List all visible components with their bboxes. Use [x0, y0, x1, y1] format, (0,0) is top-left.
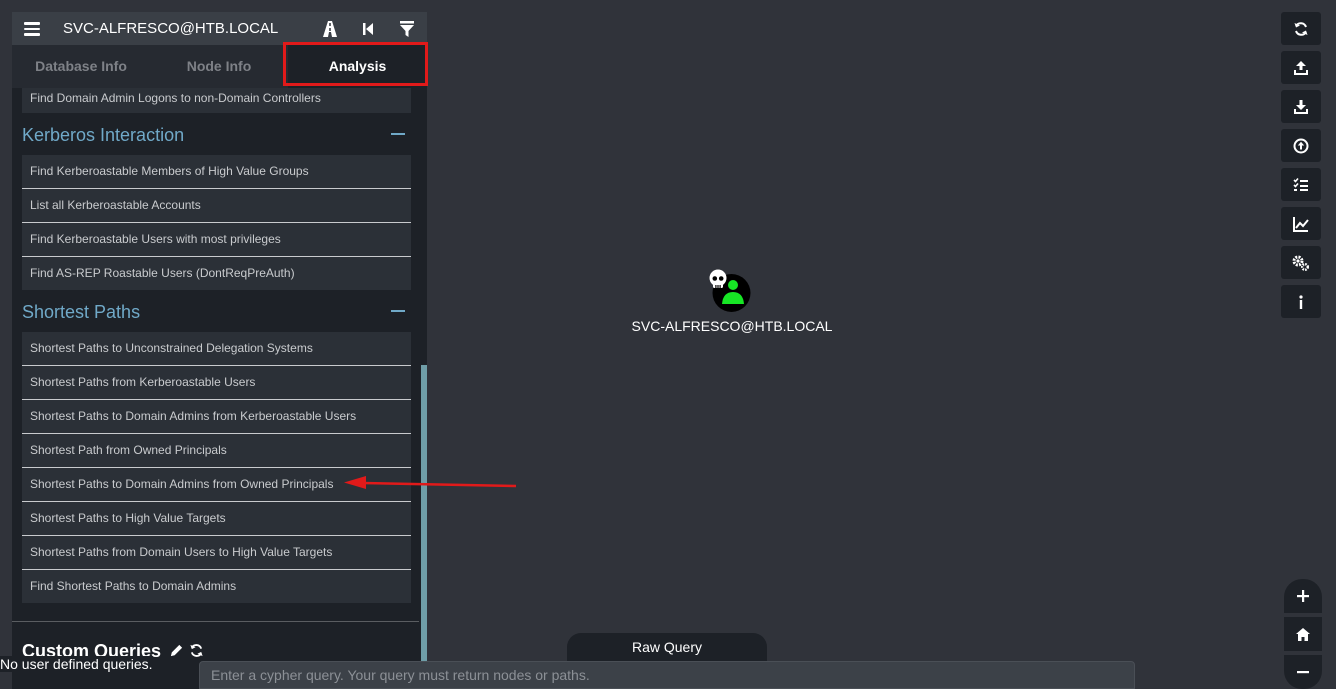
tab-analysis[interactable]: Analysis [288, 45, 427, 88]
import-button[interactable] [1281, 90, 1321, 123]
query-item[interactable]: Shortest Paths from Domain Users to High… [22, 536, 411, 570]
upload-data-button[interactable] [1281, 129, 1321, 162]
chart-icon [1293, 216, 1309, 232]
filter-icon[interactable] [397, 19, 417, 39]
collapse-icon[interactable] [391, 133, 405, 135]
query-item[interactable]: Shortest Paths from Kerberoastable Users [22, 366, 411, 400]
about-button[interactable] [1281, 285, 1321, 318]
search-node-title[interactable]: SVC-ALFRESCO@HTB.LOCAL [63, 20, 278, 37]
info-icon [1299, 294, 1303, 309]
back-icon[interactable] [358, 19, 378, 39]
zoom-out-button[interactable] [1284, 655, 1322, 689]
query-item[interactable]: Find Kerberoastable Users with most priv… [22, 223, 411, 257]
collapse-icon[interactable] [391, 310, 405, 312]
cypher-query-input[interactable] [199, 661, 1135, 689]
settings-button[interactable] [1281, 246, 1321, 279]
pre-built-queries-list: Find Domain Admin Logons to non-Domain C… [22, 88, 411, 603]
query-item[interactable]: Shortest Path from Owned Principals [22, 434, 411, 468]
analysis-panel: SVC-ALFRESCO@HTB.LOCAL Database Info Nod… [12, 12, 427, 689]
tab-database-info[interactable]: Database Info [12, 45, 150, 88]
stats-button[interactable] [1281, 207, 1321, 240]
query-item[interactable]: List all Kerberoastable Accounts [22, 189, 411, 223]
export-button[interactable] [1281, 51, 1321, 84]
raw-query-toggle[interactable]: Raw Query [567, 633, 767, 663]
query-item[interactable]: Find AS-REP Roastable Users (DontReqPreA… [22, 257, 411, 290]
user-node[interactable] [706, 268, 756, 316]
query-item[interactable]: Shortest Paths to Unconstrained Delegati… [22, 332, 411, 366]
zoom-in-icon [1297, 590, 1309, 602]
custom-queries-empty: No user defined queries. [0, 656, 153, 672]
upload-icon [1293, 138, 1309, 153]
section-shortest-paths: Shortest Paths [22, 290, 411, 332]
divider [12, 621, 419, 622]
section-title: Shortest Paths [22, 302, 141, 322]
refresh-button[interactable] [1281, 12, 1321, 45]
annotation-arrow [344, 476, 517, 489]
panel-scrollbar[interactable] [421, 365, 427, 689]
section-kerberos-interaction: Kerberos Interaction [22, 113, 411, 155]
queries-list-icon [1293, 177, 1308, 191]
query-item[interactable]: Find Shortest Paths to Domain Admins [22, 570, 411, 603]
tab-node-info[interactable]: Node Info [150, 45, 288, 88]
settings-icon [1292, 255, 1309, 271]
panel-tabs: Database Info Node Info Analysis [12, 45, 427, 88]
home-icon [1296, 627, 1310, 641]
query-item[interactable]: Shortest Paths to Domain Admins from Ker… [22, 400, 411, 434]
query-item[interactable]: Find Domain Admin Logons to non-Domain C… [22, 88, 411, 113]
refresh-icon [1294, 21, 1308, 36]
node-label: SVC-ALFRESCO@HTB.LOCAL [631, 318, 833, 334]
export-icon [1294, 60, 1308, 75]
reset-view-button[interactable] [1284, 617, 1322, 651]
menu-icon[interactable] [24, 19, 40, 37]
query-item[interactable]: Shortest Paths to High Value Targets [22, 502, 411, 536]
edit-icon[interactable] [169, 643, 184, 658]
zoom-out-icon [1297, 671, 1309, 674]
query-item[interactable]: Find Kerberoastable Members of High Valu… [22, 155, 411, 189]
pathfinding-icon[interactable] [320, 19, 340, 39]
import-icon [1294, 99, 1308, 114]
refresh-icon[interactable] [189, 643, 204, 658]
section-title: Kerberos Interaction [22, 125, 185, 145]
zoom-in-button[interactable] [1284, 579, 1322, 613]
queries-button[interactable] [1281, 168, 1321, 201]
search-header: SVC-ALFRESCO@HTB.LOCAL [12, 12, 427, 45]
